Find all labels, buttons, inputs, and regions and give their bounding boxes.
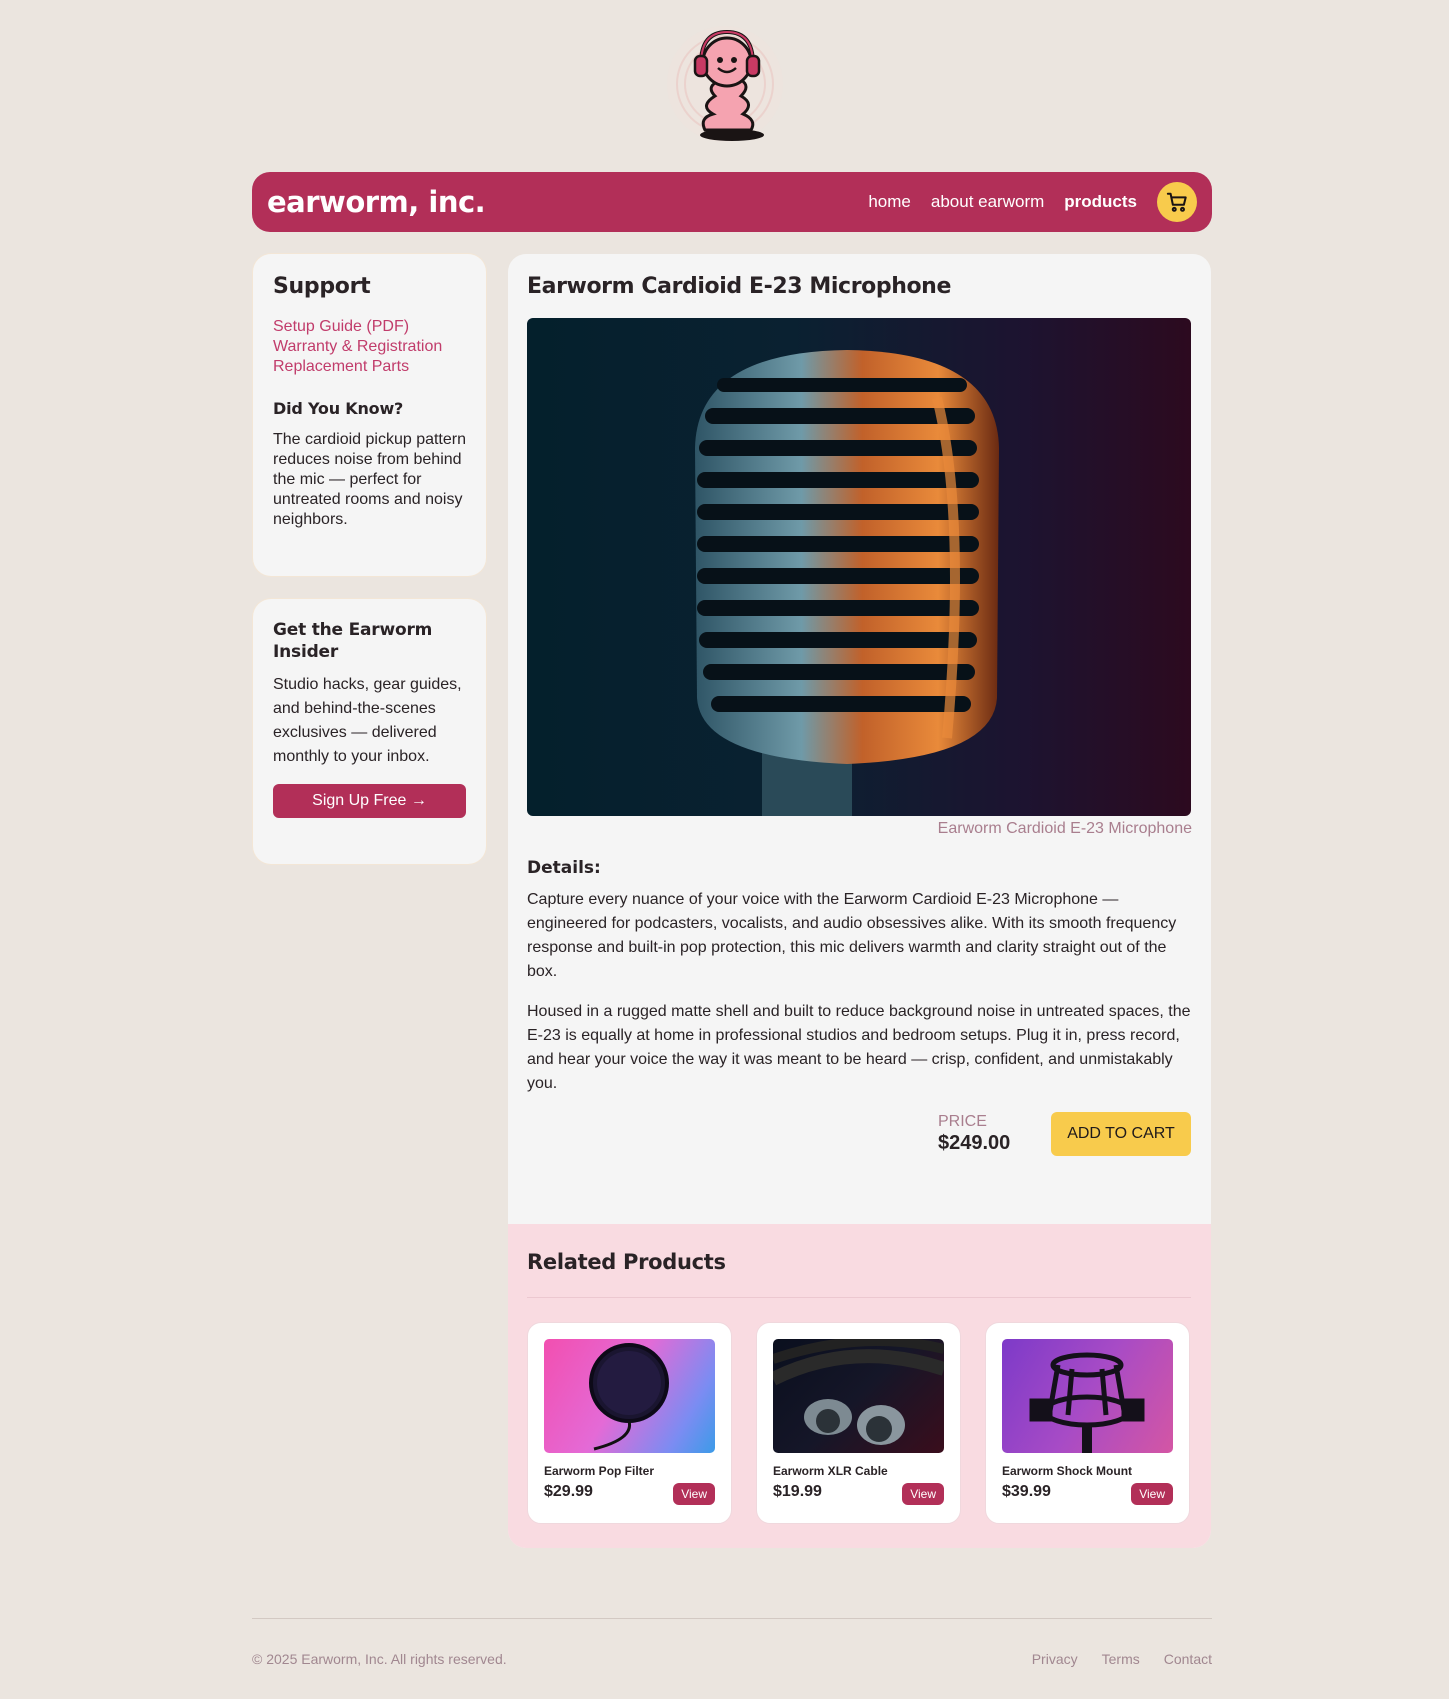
nav-about[interactable]: about earworm xyxy=(931,192,1044,212)
related-products-section: Related Products Earworm Pop Filter $29.… xyxy=(508,1224,1211,1548)
insider-card: Get the Earworm Insider Studio hacks, ge… xyxy=(253,599,486,864)
price-value: $249.00 xyxy=(938,1132,1011,1154)
related-divider xyxy=(527,1297,1191,1298)
related-name: Earworm Shock Mount xyxy=(1002,1464,1133,1478)
view-button[interactable]: View xyxy=(673,1483,715,1505)
footer-contact-link[interactable]: Contact xyxy=(1164,1651,1212,1667)
support-card: Support Setup Guide (PDF) Warranty & Reg… xyxy=(253,254,486,576)
related-price: $39.99 xyxy=(1002,1483,1051,1500)
view-button[interactable]: View xyxy=(1131,1483,1173,1505)
view-button[interactable]: View xyxy=(902,1483,944,1505)
add-to-cart-button[interactable]: ADD TO CART xyxy=(1051,1112,1191,1156)
did-you-know-text: The cardioid pickup pattern reduces nois… xyxy=(273,431,466,528)
earworm-logo[interactable] xyxy=(655,22,795,142)
related-name: Earworm XLR Cable xyxy=(773,1464,888,1478)
cart-icon xyxy=(1166,192,1187,212)
setup-guide-link[interactable]: Setup Guide (PDF) xyxy=(273,317,466,337)
related-card-shock-mount[interactable]: Earworm Shock Mount $39.99 View xyxy=(985,1322,1190,1524)
cart-button[interactable] xyxy=(1157,182,1197,222)
copyright: © 2025 Earworm, Inc. All rights reserved… xyxy=(252,1651,507,1667)
header-nav: earworm, inc. home about earworm product… xyxy=(252,172,1212,232)
related-name: Earworm Pop Filter xyxy=(544,1464,655,1478)
xlr-cable-image xyxy=(773,1339,944,1453)
product-image-caption: Earworm Cardioid E-23 Microphone xyxy=(937,820,1192,837)
footer-divider xyxy=(252,1618,1212,1619)
nav-home[interactable]: home xyxy=(868,192,911,212)
related-card-pop-filter[interactable]: Earworm Pop Filter $29.99 View xyxy=(527,1322,732,1524)
details-heading: Details: xyxy=(527,858,601,878)
support-title: Support xyxy=(273,274,371,299)
footer-privacy-link[interactable]: Privacy xyxy=(1032,1651,1078,1667)
related-products-title: Related Products xyxy=(527,1250,726,1274)
signup-button[interactable]: Sign Up Free → xyxy=(273,784,466,818)
related-price: $19.99 xyxy=(773,1483,822,1500)
did-you-know-title: Did You Know? xyxy=(273,399,404,418)
related-price: $29.99 xyxy=(544,1483,593,1500)
product-description-2: Housed in a rugged matte shell and built… xyxy=(527,1003,1191,1092)
insider-text: Studio hacks, gear guides, and behind-th… xyxy=(273,676,462,765)
product-description-1: Capture every nuance of your voice with … xyxy=(527,891,1177,980)
insider-title: Get the Earworm Insider xyxy=(273,620,433,662)
shock-mount-image xyxy=(1002,1339,1173,1453)
footer-terms-link[interactable]: Terms xyxy=(1102,1651,1140,1667)
related-card-xlr-cable[interactable]: Earworm XLR Cable $19.99 View xyxy=(756,1322,961,1524)
product-image xyxy=(527,318,1191,816)
product-title: Earworm Cardioid E-23 Microphone xyxy=(527,274,951,299)
warranty-link[interactable]: Warranty & Registration xyxy=(273,337,466,357)
pop-filter-image xyxy=(544,1339,715,1453)
product-card: Earworm Cardioid E-23 Microphone Earworm… xyxy=(508,254,1211,1548)
footer-links: Privacy Terms Contact xyxy=(1008,1651,1212,1667)
price-label: PRICE xyxy=(938,1113,987,1130)
nav-links: home about earworm products xyxy=(848,182,1197,222)
brand-title[interactable]: earworm, inc. xyxy=(267,185,486,219)
replacement-parts-link[interactable]: Replacement Parts xyxy=(273,357,466,377)
nav-products[interactable]: products xyxy=(1064,192,1137,212)
